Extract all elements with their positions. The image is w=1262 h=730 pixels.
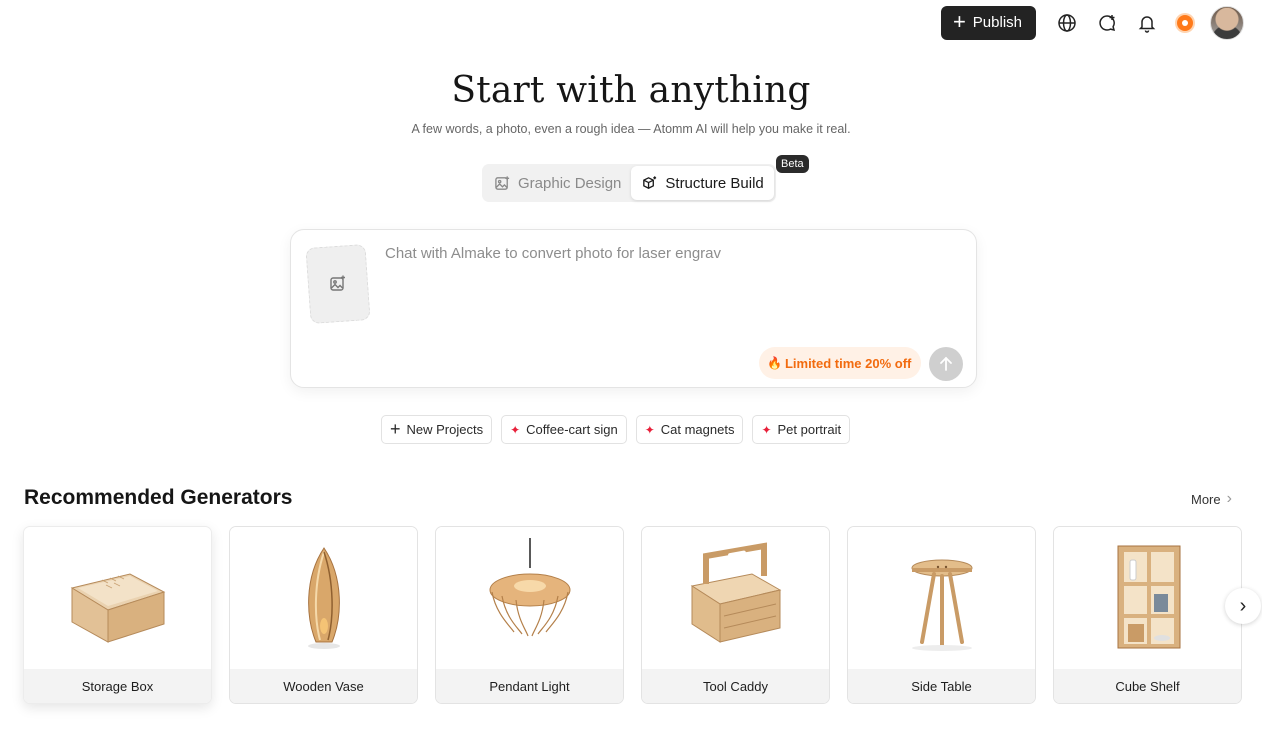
sparkle-icon: ✦ [761,422,772,437]
section-title: Recommended Generators [24,486,293,509]
beta-badge: Beta [776,155,809,173]
card-label: Storage Box [24,669,211,703]
generator-card[interactable]: Pendant Light [435,526,624,704]
generator-card[interactable]: Wooden Vase [229,526,418,704]
card-label: Tool Caddy [642,669,829,703]
page-subtitle: A few words, a photo, even a rough idea … [411,122,851,136]
image-upload-button[interactable] [305,243,371,325]
promo-badge[interactable]: 🔥 Limited time 20% off [759,347,922,379]
more-link[interactable]: More › [1191,490,1232,508]
cube-sparkle-icon [643,175,657,189]
sparkle-icon: ✦ [644,422,655,437]
wooden-vase-image [230,527,417,669]
tab-structure-build[interactable]: Structure Build [631,166,774,200]
avatar[interactable] [1210,5,1244,40]
chat-add-icon[interactable] [1094,10,1120,36]
generator-card[interactable]: Cube Shelf [1053,526,1242,704]
suggestion-chip[interactable]: ✦ Pet portrait [752,415,851,444]
tab-label: Graphic Design [518,174,622,192]
image-add-icon [330,275,345,291]
fire-icon: 🔥 [767,356,782,370]
chip-label: New Projects [406,422,484,437]
plus-icon: + [952,8,966,34]
pendant-light-image [436,527,623,669]
tab-label: Structure Build [665,174,764,192]
generator-card[interactable]: Tool Caddy [641,526,830,704]
more-label: More [1191,491,1221,507]
chevron-right-icon: › [1226,490,1232,507]
chevron-right-icon: › [1239,594,1247,617]
bell-icon[interactable] [1134,10,1160,36]
new-projects-chip[interactable]: + New Projects [381,415,493,444]
page-title: Start with anything [451,70,811,111]
generator-card[interactable]: Side Table [847,526,1036,704]
chip-label: Pet portrait [777,422,842,437]
storage-box-image [24,527,211,669]
tool-caddy-image [642,527,829,669]
suggestion-chips: + New Projects ✦ Coffee-cart sign ✦ Cat … [381,415,851,444]
card-label: Cube Shelf [1054,669,1241,703]
generator-cards: Storage Box Wooden Vase Pendant Light To… [23,526,1242,704]
prompt-box: 🔥 Limited time 20% off [290,229,977,388]
generator-card[interactable]: Storage Box [23,526,212,704]
credit-icon[interactable] [1177,14,1193,31]
suggestion-chip[interactable]: ✦ Cat magnets [635,415,744,444]
globe-icon[interactable] [1054,10,1080,36]
chip-label: Coffee-cart sign [526,422,618,437]
chip-label: Cat magnets [660,422,735,437]
prompt-input[interactable] [385,242,945,264]
cube-shelf-image [1054,527,1241,669]
card-label: Pendant Light [436,669,623,703]
publish-button[interactable]: + Publish [940,5,1036,40]
mode-switch: Graphic Design Structure Build [482,164,776,202]
arrow-up-icon [940,356,952,371]
card-label: Wooden Vase [230,669,417,703]
sparkle-icon: ✦ [510,422,521,437]
carousel-next-button[interactable]: › [1225,588,1261,624]
plus-icon: + [390,418,401,439]
suggestion-chip[interactable]: ✦ Coffee-cart sign [501,415,627,444]
send-button[interactable] [929,347,963,381]
publish-label: Publish [972,14,1022,31]
card-label: Side Table [848,669,1035,703]
promo-label: Limited time 20% off [784,355,912,371]
top-bar: + Publish [940,5,1244,40]
side-table-image [848,527,1035,669]
image-sparkle-icon [495,175,510,190]
tab-graphic-design[interactable]: Graphic Design [484,166,631,200]
